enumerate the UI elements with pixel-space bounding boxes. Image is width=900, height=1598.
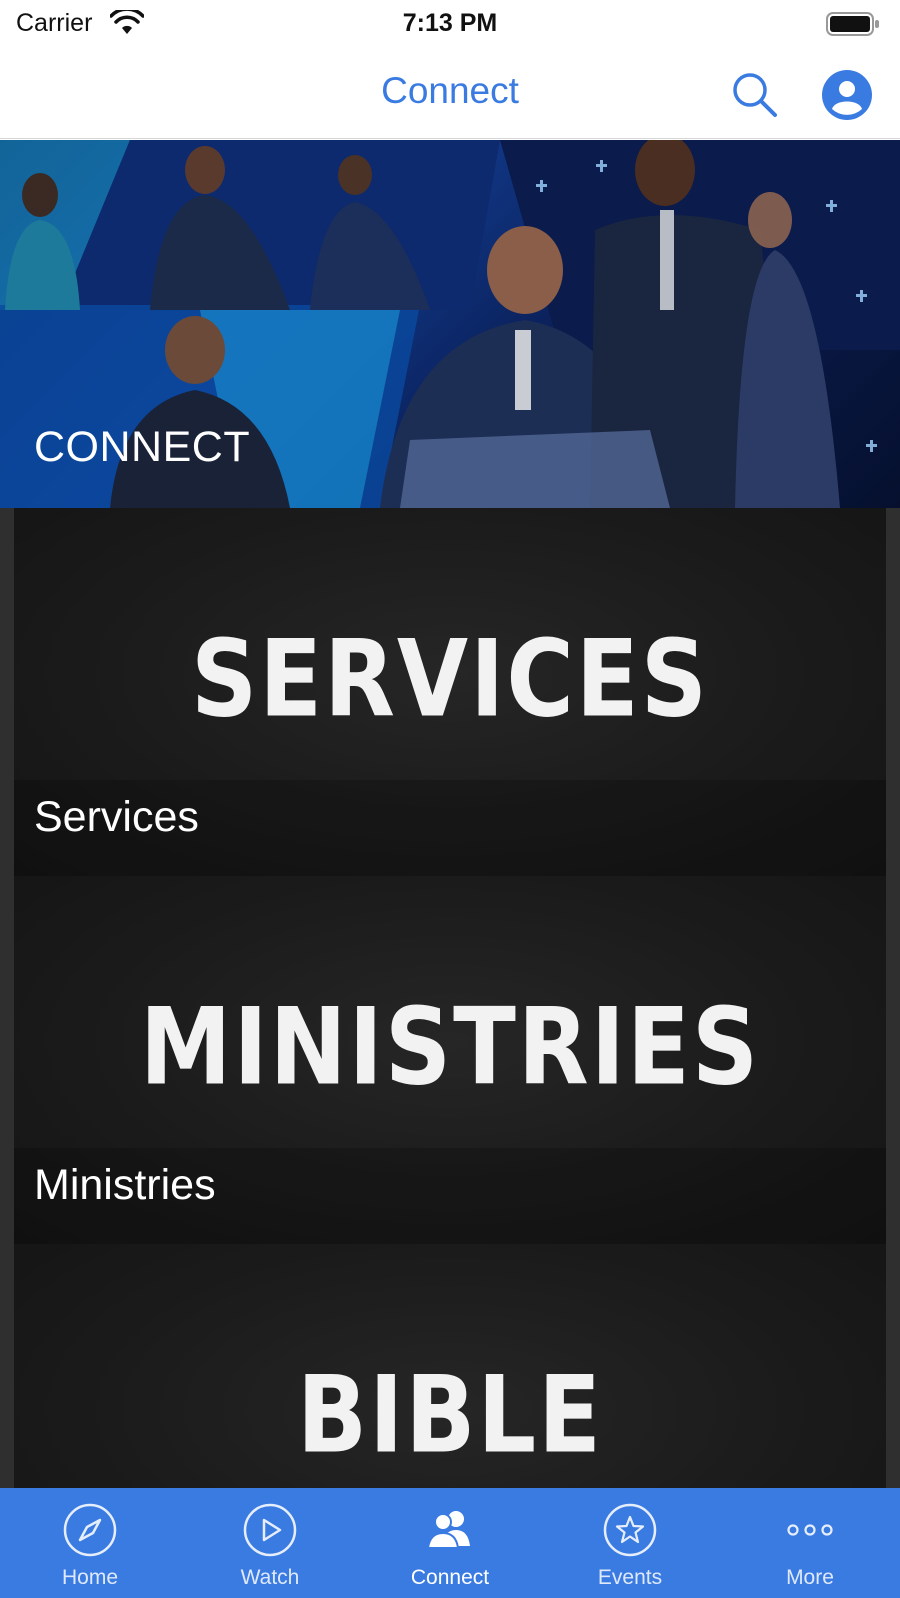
tab-label: Connect xyxy=(410,1566,490,1589)
tab-events[interactable]: Events xyxy=(540,1488,720,1598)
tile-label: Ministries xyxy=(34,1161,216,1209)
tab-label: Watch xyxy=(240,1566,300,1589)
tab-label: Events xyxy=(597,1566,663,1589)
tab-connect[interactable]: Connect xyxy=(360,1488,540,1598)
hero-banner[interactable]: CONNECT xyxy=(0,140,900,508)
battery-icon xyxy=(826,12,879,36)
tile-title: BIBLE xyxy=(297,1353,603,1478)
more-icon xyxy=(787,1524,833,1536)
tile-label: Services xyxy=(34,793,199,841)
star-icon xyxy=(603,1503,657,1557)
tile-title: SERVICES xyxy=(190,617,709,742)
clock-time: 7:13 PM xyxy=(402,9,498,37)
connect-list[interactable]: SERVICES Services MINISTRIES Ministries … xyxy=(0,508,900,1488)
navigation-bar: Connect xyxy=(0,46,900,139)
tile-ministries[interactable]: MINISTRIES Ministries xyxy=(14,876,886,1244)
hero-label: CONNECT xyxy=(34,423,251,471)
tab-home[interactable]: Home xyxy=(0,1488,180,1598)
tile-services[interactable]: SERVICES Services xyxy=(14,508,886,876)
tab-label: Home xyxy=(61,1566,119,1589)
profile-icon[interactable] xyxy=(820,68,874,122)
tile-title: MINISTRIES xyxy=(139,985,761,1110)
tile-bible[interactable]: BIBLE xyxy=(14,1244,886,1488)
people-icon xyxy=(426,1511,470,1549)
status-bar: Carrier 7:13 PM xyxy=(0,0,900,46)
compass-icon xyxy=(63,1503,117,1557)
tab-bar: Home Watch Connect Events More xyxy=(0,1488,900,1598)
tab-more[interactable]: More xyxy=(720,1488,900,1598)
search-icon[interactable] xyxy=(730,70,780,120)
play-icon xyxy=(243,1503,297,1557)
tab-watch[interactable]: Watch xyxy=(180,1488,360,1598)
tab-label: More xyxy=(786,1566,834,1589)
